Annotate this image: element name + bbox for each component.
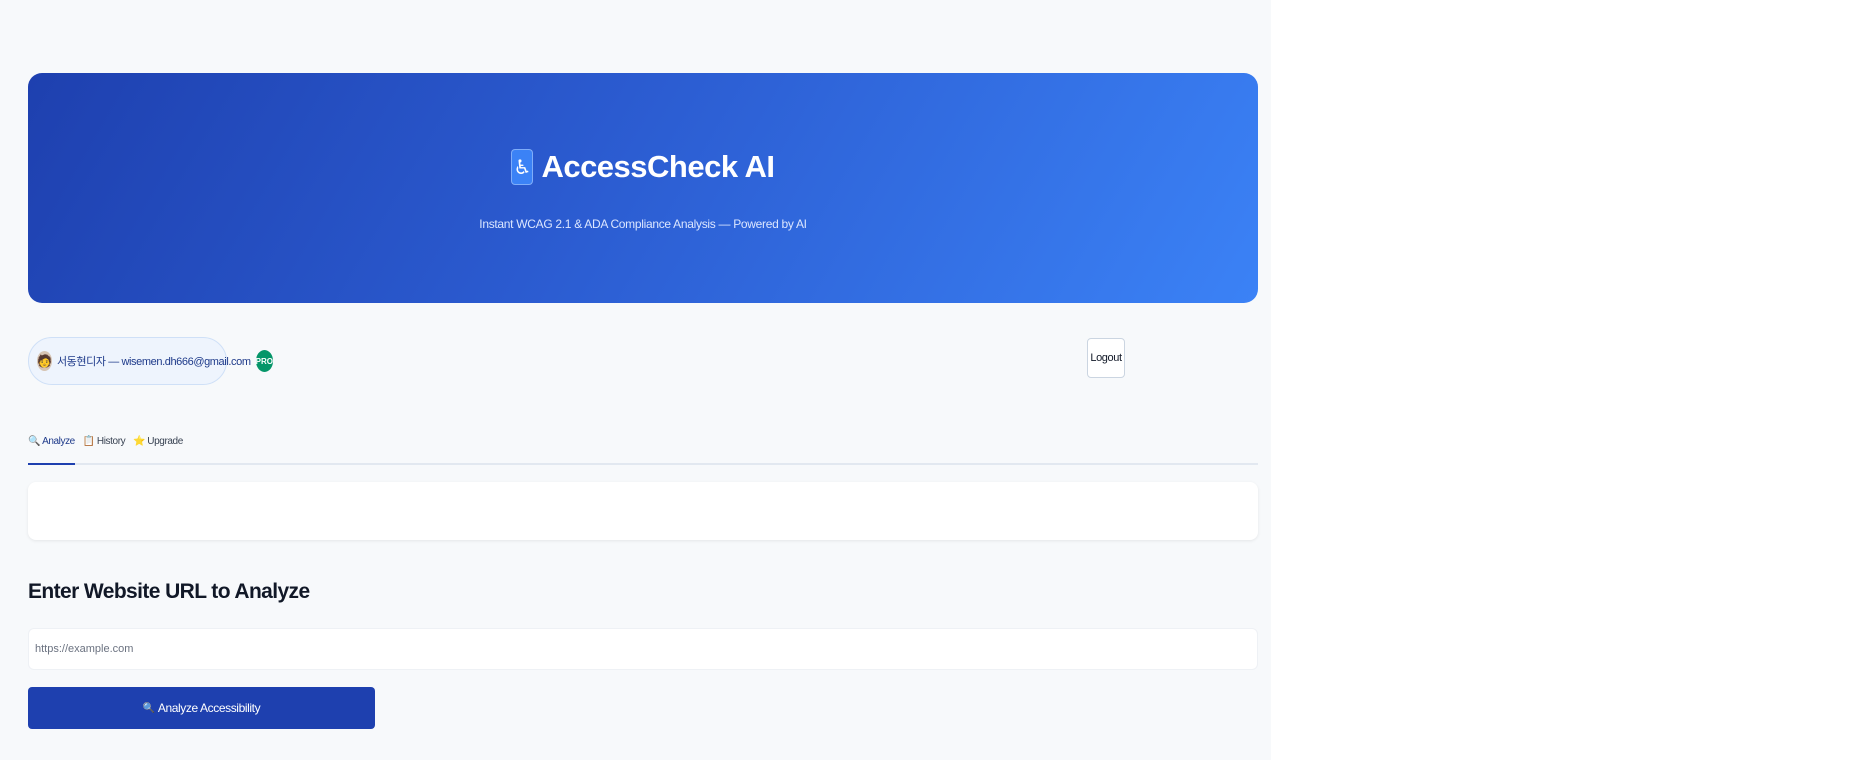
magnifier-icon: 🔍 (28, 436, 41, 447)
magnifier-icon: 🔍 (142, 702, 155, 714)
user-chip: 🧑 서동현디자 — wisemen.dh666@gmail.com PRO (28, 337, 273, 385)
tab-upgrade[interactable]: ⭐ Upgrade (133, 432, 183, 465)
url-input[interactable] (28, 628, 1258, 670)
analyze-button[interactable]: 🔍 Analyze Accessibility (28, 687, 375, 729)
tab-content-panel (28, 482, 1258, 540)
logout-button[interactable]: Logout (1087, 338, 1125, 378)
wheelchair-icon: ♿ (511, 149, 534, 185)
star-icon: ⭐ (133, 436, 146, 447)
tab-bar: 🔍 Analyze 📋 History ⭐ Upgrade (28, 432, 1258, 465)
avatar: 🧑 (37, 351, 52, 371)
app-root: ♿ AccessCheck AI Instant WCAG 2.1 & ADA … (0, 0, 1271, 760)
app-subtitle: Instant WCAG 2.1 & ADA Compliance Analys… (479, 217, 807, 231)
tab-analyze[interactable]: 🔍 Analyze (28, 432, 75, 465)
hero-banner: ♿ AccessCheck AI Instant WCAG 2.1 & ADA … (28, 73, 1258, 303)
section-heading: Enter Website URL to Analyze (28, 580, 310, 603)
clipboard-icon: 📋 (82, 436, 95, 447)
user-email-label: 서동현디자 — wisemen.dh666@gmail.com (56, 356, 251, 368)
tab-history[interactable]: 📋 History (82, 432, 126, 465)
tab-label: Analyze (42, 436, 75, 447)
tab-label: History (96, 436, 126, 447)
plan-badge: PRO (255, 350, 273, 372)
analyze-button-label: Analyze Accessibility (157, 701, 261, 715)
app-title: AccessCheck AI (541, 149, 775, 184)
tab-label: Upgrade (147, 436, 183, 447)
hero-title-row: ♿ AccessCheck AI (511, 149, 775, 185)
